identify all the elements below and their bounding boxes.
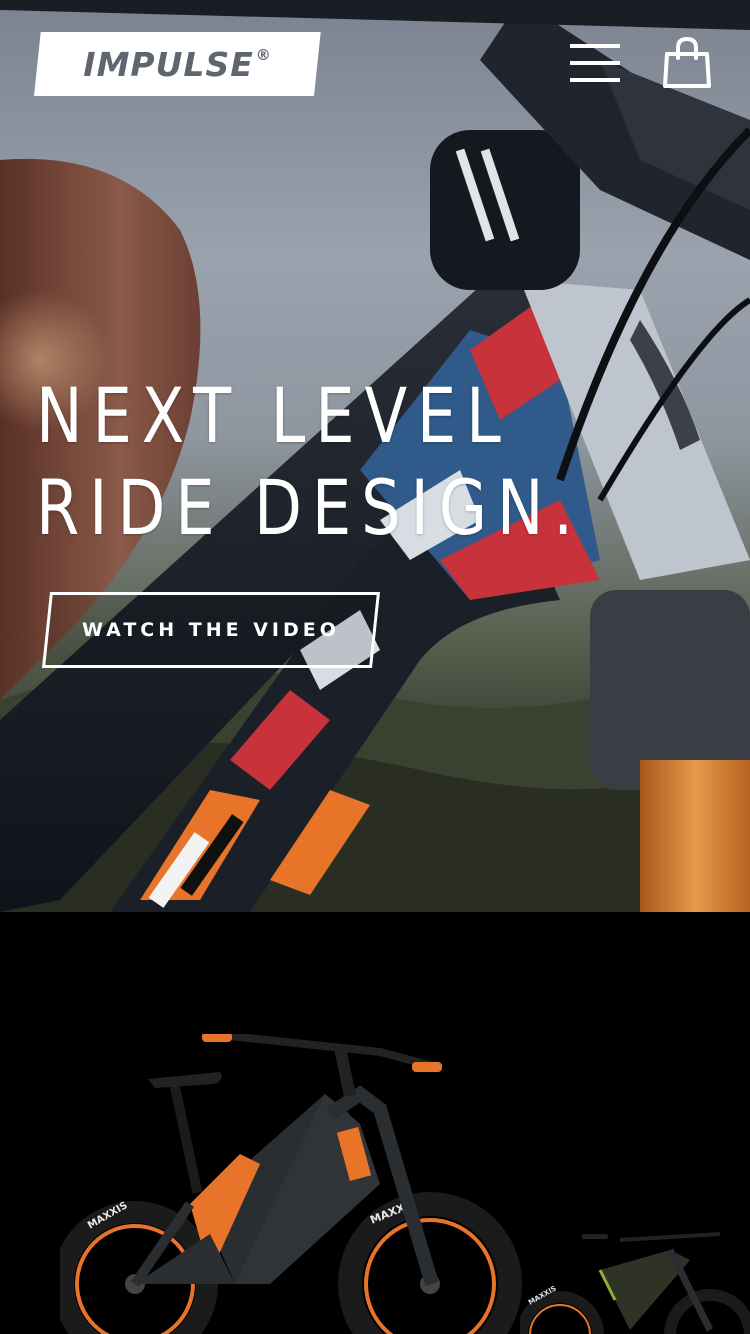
- hamburger-menu-icon[interactable]: [570, 42, 622, 84]
- product-showcase: MAXXIS MAXXIS MAXXIS: [0, 912, 750, 1334]
- watch-video-button[interactable]: WATCH THE VIDEO: [42, 592, 380, 668]
- headline-line-2: RIDE DESIGN.: [36, 463, 583, 552]
- menu-bar-top: [570, 44, 620, 48]
- brand-logo-text: IMPULSE ®: [83, 44, 272, 84]
- brand-logo[interactable]: IMPULSE ®: [34, 32, 321, 96]
- hero-section: IMPULSE ® NEXT LEVEL RIDE DESIGN. WATCH T…: [0, 0, 750, 912]
- menu-bar-bottom: [570, 78, 620, 82]
- watch-video-button-label: WATCH THE VIDEO: [82, 619, 340, 641]
- headline-line-1: NEXT LEVEL: [36, 371, 511, 460]
- hero-headline: NEXT LEVEL RIDE DESIGN.: [36, 370, 602, 554]
- shopping-bag-icon[interactable]: [662, 36, 712, 90]
- menu-bar-middle: [570, 61, 620, 65]
- second-bike-image[interactable]: MAXXIS: [520, 1230, 750, 1334]
- featured-bike-image[interactable]: MAXXIS MAXXIS: [60, 1034, 530, 1334]
